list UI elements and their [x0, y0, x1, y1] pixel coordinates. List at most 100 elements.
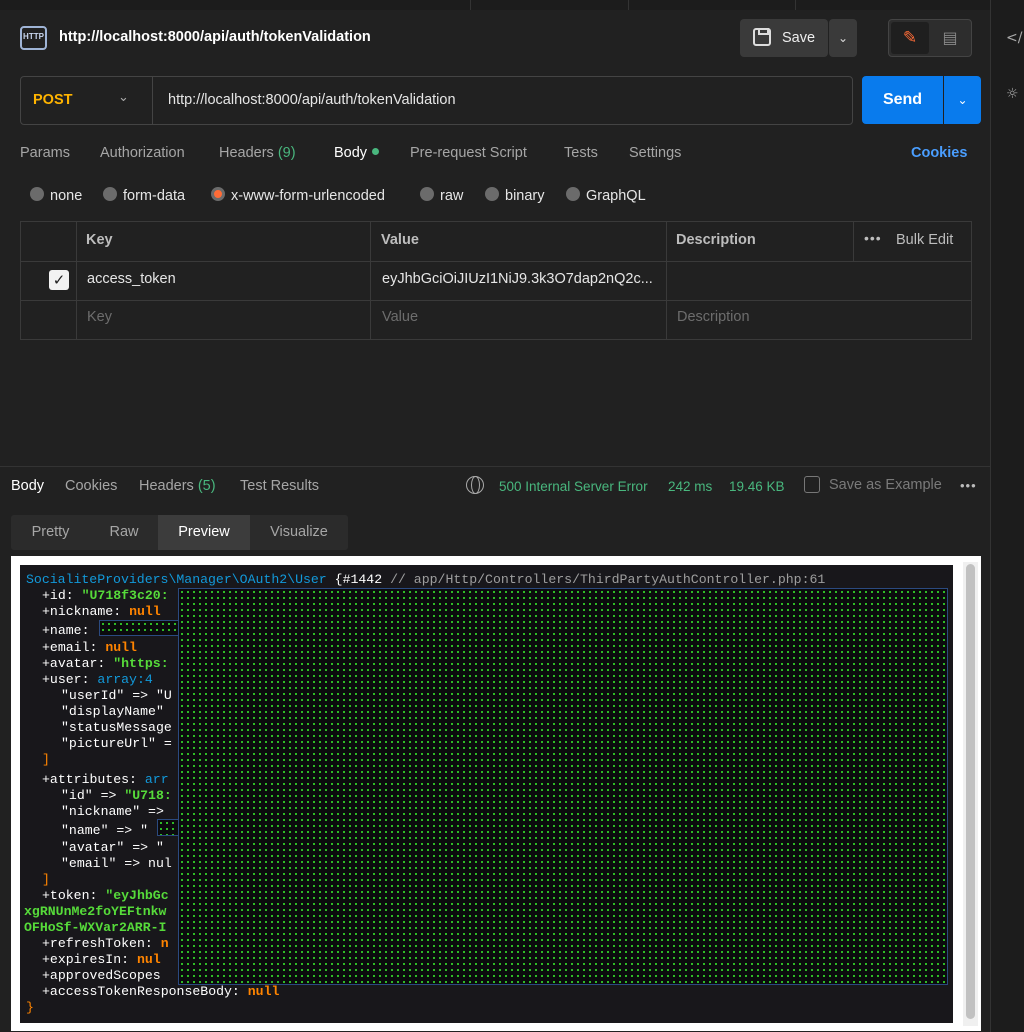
- dump-id-value: "U718f3c20:: [81, 588, 169, 603]
- radio-circle: [566, 187, 580, 202]
- row-key[interactable]: access_token: [87, 271, 176, 287]
- response-headers-count: (5): [197, 478, 216, 494]
- row-checkbox[interactable]: ✓: [49, 270, 69, 290]
- save-icon: [804, 476, 820, 493]
- response-tab-headers[interactable]: Headers (5): [139, 478, 216, 494]
- method-select[interactable]: POST: [33, 92, 72, 108]
- dump-expiresin-value: nul: [136, 952, 161, 967]
- new-key-input[interactable]: Key: [87, 309, 112, 325]
- dump-user-type: array:4: [97, 672, 153, 687]
- url-input[interactable]: [168, 92, 838, 108]
- new-description-input[interactable]: Description: [677, 309, 750, 325]
- dump-attr-id: "U718:: [124, 788, 172, 803]
- response-tab-test-results[interactable]: Test Results: [240, 478, 319, 494]
- radio-graphql[interactable]: GraphQL: [566, 187, 646, 204]
- divider: [152, 77, 153, 124]
- dump-user-statusmessage: "statusMessage: [61, 720, 172, 735]
- headers-count: (9): [277, 145, 296, 161]
- comment-icon[interactable]: ▤: [931, 22, 969, 54]
- radio-form-data[interactable]: form-data: [103, 187, 185, 204]
- radio-circle: [103, 187, 117, 202]
- radio-raw[interactable]: raw: [420, 187, 463, 204]
- new-value-input[interactable]: Value: [382, 309, 418, 325]
- save-icon: [753, 28, 771, 46]
- column-header-key: Key: [86, 232, 113, 248]
- right-sidebar: [990, 0, 1024, 1032]
- response-tab-cookies[interactable]: Cookies: [65, 478, 117, 494]
- save-as-example-button[interactable]: Save as Example: [829, 477, 942, 493]
- request-title[interactable]: http://localhost:8000/api/auth/tokenVali…: [59, 29, 371, 45]
- dump-object-id: {#1442: [334, 572, 383, 587]
- http-icon: HTTP: [20, 26, 47, 50]
- dump-attr-nickname: "nickname" =>: [61, 804, 164, 819]
- radio-circle-selected: [211, 187, 225, 202]
- radio-x-www-form-urlencoded[interactable]: x-www-form-urlencoded: [211, 187, 385, 204]
- dump-attr-name: "name" => ": [61, 823, 149, 838]
- dump-accesstokenresponsebody-value: null: [247, 984, 280, 999]
- more-options-icon[interactable]: •••: [960, 478, 977, 493]
- tab-divider: [628, 0, 629, 10]
- active-dot: [372, 147, 380, 155]
- redacted-region: [178, 588, 948, 985]
- radio-circle: [30, 187, 44, 202]
- dump-attr-avatar: "avatar" => ": [61, 840, 164, 855]
- status-code[interactable]: 500 Internal Server Error: [499, 479, 648, 494]
- radio-binary[interactable]: binary: [485, 187, 545, 204]
- cookies-link[interactable]: Cookies: [911, 145, 967, 161]
- tab-settings[interactable]: Settings: [629, 145, 681, 161]
- radio-circle: [420, 187, 434, 202]
- column-header-description: Description: [676, 232, 756, 248]
- bulk-edit-button[interactable]: Bulk Edit: [896, 232, 953, 248]
- chevron-down-icon: ⌄: [837, 31, 849, 45]
- dump-email-value: null: [105, 640, 137, 655]
- response-size[interactable]: 19.46 KB: [729, 479, 785, 494]
- dump-class-name: SocialiteProviders\Manager\OAuth2\User: [26, 572, 327, 587]
- chevron-down-icon[interactable]: ⌄: [118, 90, 129, 105]
- dump-user-pictureurl: "pictureUrl" =: [61, 736, 172, 751]
- dump-attributes-type: arr: [144, 772, 169, 787]
- dump-comment: // app/Http/Controllers/ThirdPartyAuthCo…: [390, 572, 826, 587]
- view-tab-pretty[interactable]: Pretty: [11, 515, 90, 550]
- chevron-down-icon: ⌄: [957, 93, 968, 107]
- tab-divider: [795, 0, 796, 10]
- tab-strip: [0, 0, 990, 10]
- tab-params[interactable]: Params: [20, 145, 70, 161]
- radio-none[interactable]: none: [30, 187, 82, 204]
- tab-divider: [470, 0, 471, 10]
- dump-token-line2: xgRNUnMe2foYEFtnkw: [24, 904, 167, 919]
- dump-user-userid: "userId" => "U: [61, 688, 172, 703]
- response-divider: [0, 466, 990, 467]
- tab-tests[interactable]: Tests: [564, 145, 598, 161]
- view-tab-visualize[interactable]: Visualize: [250, 515, 348, 550]
- code-icon[interactable]: </: [1006, 30, 1022, 46]
- column-header-value: Value: [381, 232, 419, 248]
- scrollbar-thumb[interactable]: [966, 564, 975, 1019]
- pencil-icon[interactable]: ✎: [891, 22, 929, 54]
- send-button[interactable]: Send: [862, 76, 943, 124]
- row-value[interactable]: eyJhbGciOiJIUzI1NiJ9.3k3O7dap2nQ2c...: [382, 271, 653, 287]
- save-button-label: Save: [782, 30, 816, 46]
- view-tab-preview[interactable]: Preview: [158, 515, 250, 550]
- globe-icon[interactable]: [466, 476, 484, 494]
- view-tab-raw[interactable]: Raw: [90, 515, 158, 550]
- dump-nickname-value: null: [129, 604, 161, 619]
- send-dropdown-button[interactable]: ⌄: [944, 76, 981, 124]
- dump-refreshtoken-value: n: [160, 936, 169, 951]
- redacted-region: [99, 620, 184, 636]
- dump-token-value: "eyJhbGc: [105, 888, 169, 903]
- radio-circle: [485, 187, 499, 202]
- tab-pre-request-script[interactable]: Pre-request Script: [410, 145, 527, 161]
- tab-headers[interactable]: Headers (9): [219, 145, 296, 161]
- save-dropdown-button[interactable]: ⌄: [829, 19, 857, 57]
- dump-user-displayname: "displayName": [61, 704, 164, 719]
- response-time[interactable]: 242 ms: [668, 479, 712, 494]
- save-button[interactable]: Save: [740, 19, 828, 57]
- lightbulb-icon[interactable]: ☼: [1006, 86, 1019, 102]
- more-options-icon[interactable]: •••: [864, 230, 882, 246]
- tab-authorization[interactable]: Authorization: [100, 145, 185, 161]
- response-tab-body[interactable]: Body: [11, 478, 44, 494]
- dump-token-line3: OFHoSf-WXVar2ARR-I: [24, 920, 167, 935]
- dump-attr-email: "email" => nul: [61, 856, 172, 871]
- dump-avatar-value: "https:: [113, 656, 169, 671]
- tab-body[interactable]: Body: [334, 145, 380, 161]
